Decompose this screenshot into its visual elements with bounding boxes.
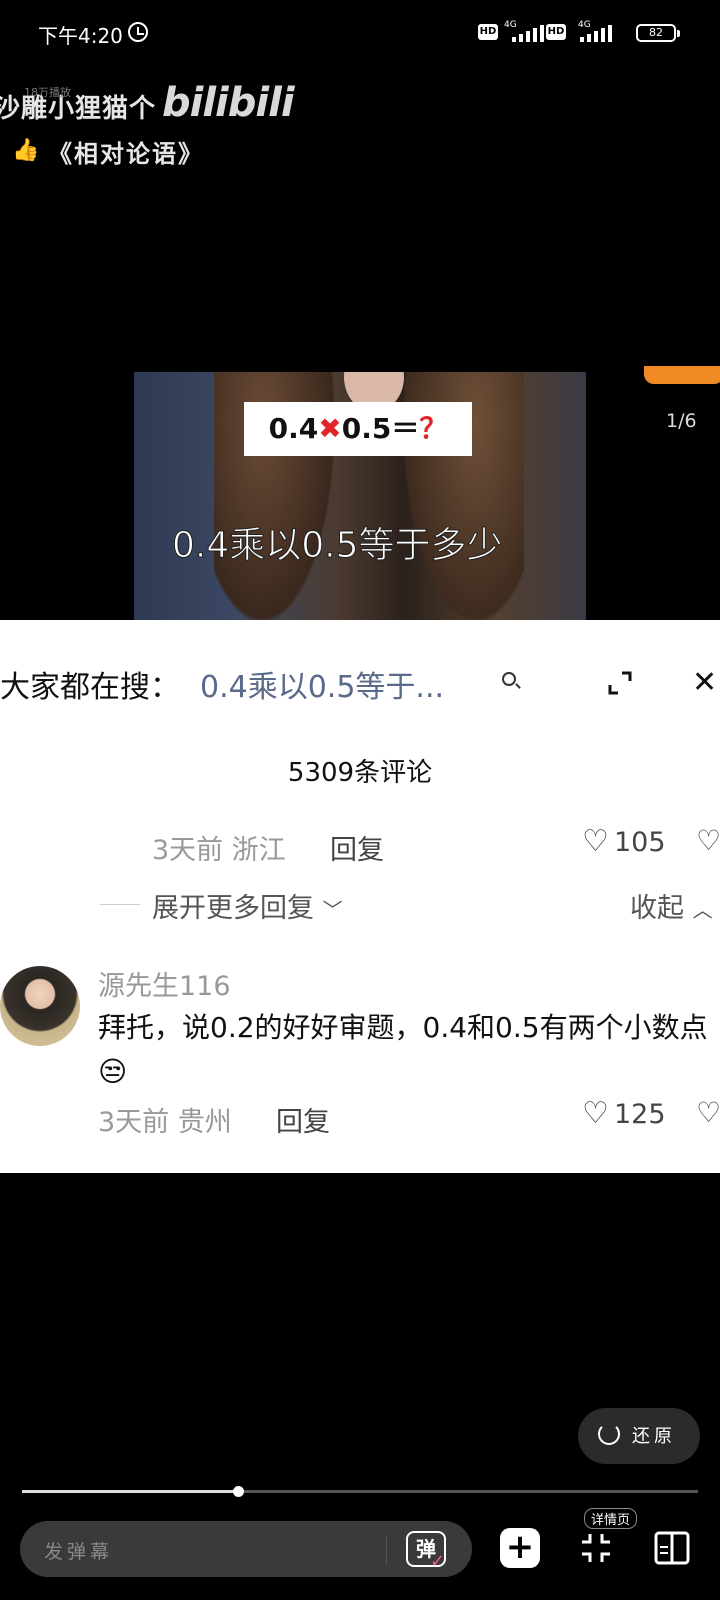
progress-handle[interactable] — [233, 1486, 245, 1497]
expand-replies-label: 展开更多回复 — [152, 893, 314, 924]
hd-badge: HD — [546, 24, 566, 40]
trending-search-query[interactable]: 0.4乘以0.5等于... — [200, 662, 444, 706]
comment-time: 3天前 — [98, 1107, 170, 1138]
avatar[interactable] — [0, 966, 80, 1046]
like-count: 125 — [614, 1099, 666, 1130]
comment-meta: 3天前 浙江 — [152, 828, 286, 867]
trending-search-label: 大家都在搜： — [0, 670, 180, 705]
detail-page-label: 详情页 — [584, 1508, 638, 1529]
equation-right: 0.5＝ — [341, 412, 420, 445]
danmaku-input[interactable]: 发弹幕 弹 ✓ — [20, 1521, 472, 1577]
battery-icon: 82 — [636, 24, 680, 42]
dislike-icon[interactable]: ♡ — [696, 824, 720, 857]
comment-time: 3天前 — [152, 835, 224, 866]
comment-location: 浙江 — [231, 835, 286, 866]
add-button[interactable]: + — [500, 1528, 540, 1568]
chevron-up-icon: ︿ — [692, 898, 713, 922]
commenter-name[interactable]: 源先生116 — [98, 964, 231, 1003]
collapse-button[interactable]: 收起 ︿ — [630, 886, 713, 925]
collapse-label: 收起 — [630, 893, 684, 924]
search-icon[interactable] — [502, 672, 516, 686]
signal-icon — [512, 24, 544, 42]
hd-badge: HD — [478, 24, 498, 40]
chevron-down-icon: ﹀ — [322, 898, 343, 922]
alarm-icon — [128, 22, 148, 42]
side-panel-icon[interactable] — [654, 1531, 690, 1565]
check-icon: ✓ — [430, 1551, 446, 1572]
view-count: 18万播放 — [24, 86, 71, 99]
reply-button[interactable]: 回复 — [330, 828, 384, 867]
like-button[interactable]: ♡ 125 — [582, 1096, 666, 1131]
restore-icon — [598, 1423, 620, 1445]
reply-button[interactable]: 回复 — [276, 1100, 330, 1139]
video-subtitle: 0.4乘以0.5等于多少 — [172, 525, 504, 567]
divider — [100, 904, 140, 905]
dislike-icon[interactable]: ♡ — [696, 1096, 720, 1129]
thumbs-up-icon: 👍 — [12, 138, 40, 163]
status-time: 下午4:20 — [38, 24, 123, 48]
danmaku-placeholder: 发弹幕 — [44, 1541, 114, 1563]
divider — [386, 1535, 387, 1565]
restore-button[interactable]: 还原 — [578, 1408, 700, 1464]
progress-fill — [22, 1490, 239, 1493]
comment-text: 拜托，说0.2的好好审题，0.4和0.5有两个小数点😒 — [98, 1011, 708, 1088]
equation-left: 0.4 — [268, 412, 319, 445]
expand-icon[interactable] — [608, 671, 632, 695]
bilibili-logo: bilibili — [162, 80, 295, 126]
heart-icon: ♡ — [582, 1096, 609, 1131]
signal-icon — [580, 24, 612, 42]
page-indicator: 1/6 — [666, 410, 697, 432]
tag-badge — [644, 366, 720, 384]
expand-replies-button[interactable]: 展开更多回复 ﹀ — [152, 886, 343, 925]
restore-label: 还原 — [632, 1426, 676, 1447]
question-mark: ？ — [419, 412, 448, 445]
multiply-icon: ✖ — [318, 412, 342, 445]
comment-location: 贵州 — [177, 1107, 232, 1138]
comment-meta: 3天前 贵州 — [98, 1100, 232, 1139]
close-icon[interactable]: ✕ — [692, 668, 717, 698]
heart-icon: ♡ — [582, 824, 609, 859]
video-title: 《相对论语》 — [48, 140, 204, 168]
like-button[interactable]: ♡ 105 — [582, 824, 666, 859]
comment-count: 5309条评论 — [287, 758, 433, 788]
video-frame[interactable]: 0.4✖0.5＝？ 0.4乘以0.5等于多少 — [134, 372, 586, 620]
equation-card: 0.4✖0.5＝？ — [244, 402, 472, 456]
like-count: 105 — [614, 827, 666, 858]
shrink-icon[interactable] — [580, 1532, 612, 1564]
